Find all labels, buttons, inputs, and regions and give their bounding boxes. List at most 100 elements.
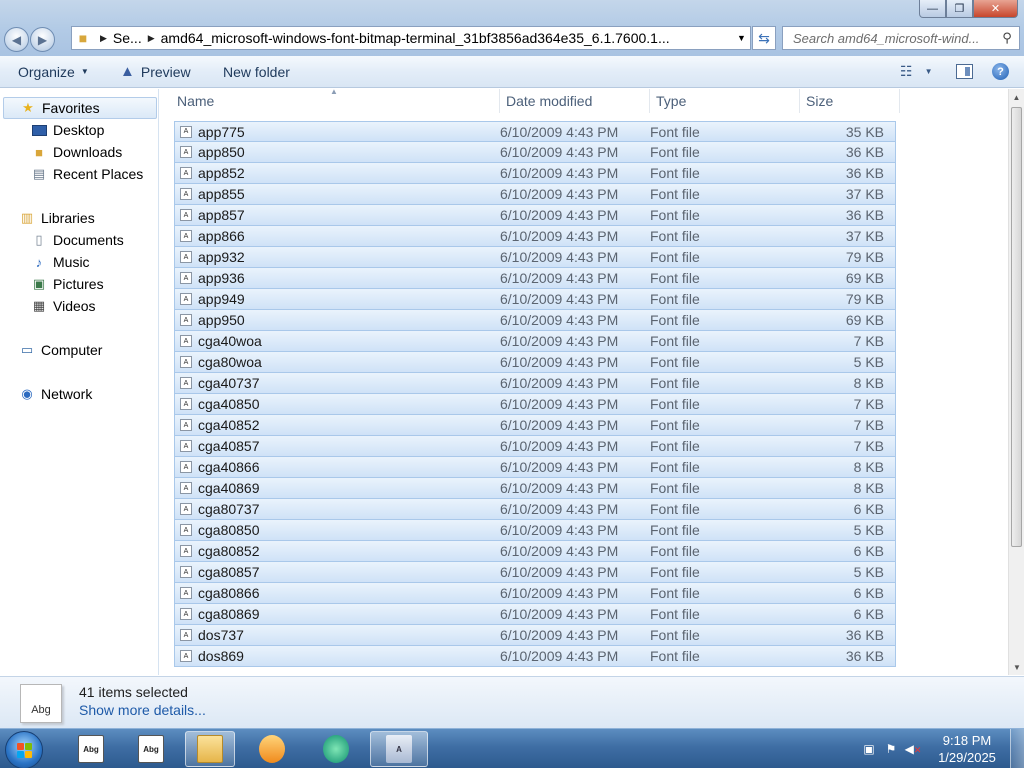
file-date: 6/10/2009 4:43 PM: [500, 417, 619, 433]
nav-libraries[interactable]: ▥ Libraries: [18, 210, 95, 226]
file-row[interactable]: Acga40866 6/10/2009 4:43 PM Font file 8 KB: [174, 457, 896, 478]
taskbar-app-font-viewer-2[interactable]: Abg: [126, 731, 176, 767]
file-row[interactable]: Acga80857 6/10/2009 4:43 PM Font file 5 KB: [174, 562, 896, 583]
nav-network[interactable]: ◉ Network: [18, 386, 92, 402]
scroll-thumb[interactable]: [1011, 107, 1022, 547]
change-view-button[interactable]: ☷ ▼: [900, 56, 932, 87]
file-row[interactable]: Aapp857 6/10/2009 4:43 PM Font file 36 KB: [174, 205, 896, 226]
nav-desktop[interactable]: Desktop: [30, 122, 104, 138]
file-row[interactable]: Aapp866 6/10/2009 4:43 PM Font file 37 KB: [174, 226, 896, 247]
view-details-icon: ☷: [900, 63, 913, 79]
taskbar-app-explorer[interactable]: [185, 731, 235, 767]
help-icon[interactable]: ?: [992, 63, 1009, 80]
minimize-button[interactable]: —: [919, 0, 946, 18]
nav-downloads[interactable]: ■ Downloads: [30, 144, 122, 160]
font-file-icon: A: [180, 125, 192, 138]
nav-documents[interactable]: ▯ Documents: [30, 232, 123, 248]
speaker-muted-icon[interactable]: ◀✕: [902, 742, 924, 756]
file-row[interactable]: Acga80woa 6/10/2009 4:43 PM Font file 5 KB: [174, 352, 896, 373]
flag-icon[interactable]: ⚑: [880, 742, 902, 756]
nav-pictures[interactable]: ▣ Pictures: [30, 276, 104, 292]
column-header-size[interactable]: Size: [800, 89, 900, 113]
file-row[interactable]: Ados869 6/10/2009 4:43 PM Font file 36 KB: [174, 646, 896, 667]
file-row[interactable]: Aapp855 6/10/2009 4:43 PM Font file 37 KB: [174, 184, 896, 205]
nav-music[interactable]: ♪ Music: [30, 254, 90, 270]
preview-pane-icon[interactable]: [956, 64, 973, 79]
file-row[interactable]: Acga80737 6/10/2009 4:43 PM Font file 6 KB: [174, 499, 896, 520]
file-name: cga80737: [198, 501, 260, 517]
preview-button[interactable]: ▲ Preview: [120, 56, 191, 87]
taskbar-app-font-viewer-1[interactable]: Abg: [66, 731, 116, 767]
close-button[interactable]: ✕: [973, 0, 1018, 18]
organize-button[interactable]: Organize ▼: [18, 56, 89, 87]
network-tray-icon[interactable]: ▣: [858, 742, 880, 756]
breadcrumb-current[interactable]: amd64_microsoft-windows-font-bitmap-term…: [161, 30, 732, 46]
nav-computer[interactable]: ▭ Computer: [18, 342, 103, 358]
file-size: 36 KB: [845, 144, 884, 160]
refresh-button[interactable]: ⇆: [752, 26, 776, 50]
file-row[interactable]: Ados737 6/10/2009 4:43 PM Font file 36 KB: [174, 625, 896, 646]
search-input[interactable]: [793, 30, 999, 46]
search-icon[interactable]: ⚲: [999, 30, 1015, 46]
file-row[interactable]: Acga40852 6/10/2009 4:43 PM Font file 7 KB: [174, 415, 896, 436]
search-box[interactable]: ⚲: [782, 26, 1020, 50]
nav-label: Pictures: [53, 276, 104, 292]
file-row[interactable]: Acga80852 6/10/2009 4:43 PM Font file 6 KB: [174, 541, 896, 562]
file-row[interactable]: Aapp852 6/10/2009 4:43 PM Font file 36 KB: [174, 163, 896, 184]
scroll-down-icon[interactable]: ▼: [1009, 659, 1024, 675]
vertical-scrollbar[interactable]: ▲ ▼: [1008, 89, 1024, 675]
nav-videos[interactable]: ▦ Videos: [30, 298, 96, 314]
file-row[interactable]: Acga40woa 6/10/2009 4:43 PM Font file 7 KB: [174, 331, 896, 352]
file-date: 6/10/2009 4:43 PM: [500, 606, 619, 622]
new-folder-button[interactable]: New folder: [223, 56, 290, 87]
nav-favorites[interactable]: ★ Favorites: [3, 97, 157, 119]
font-file-icon: A: [180, 545, 192, 557]
column-header-date[interactable]: Date modified: [500, 89, 650, 113]
file-row[interactable]: Acga40857 6/10/2009 4:43 PM Font file 7 KB: [174, 436, 896, 457]
computer-icon: ▭: [20, 342, 34, 357]
navigation-pane: ★ Favorites Desktop ■ Downloads ▤ Recent…: [0, 89, 159, 675]
file-row[interactable]: Acga80869 6/10/2009 4:43 PM Font file 6 KB: [174, 604, 896, 625]
clock[interactable]: 9:18 PM 1/29/2025: [924, 732, 1010, 766]
file-row[interactable]: Acga80866 6/10/2009 4:43 PM Font file 6 KB: [174, 583, 896, 604]
sort-ascending-icon: ▲: [330, 89, 338, 96]
file-row[interactable]: Acga80850 6/10/2009 4:43 PM Font file 5 KB: [174, 520, 896, 541]
file-row[interactable]: Aapp936 6/10/2009 4:43 PM Font file 69 KB: [174, 268, 896, 289]
breadcrumb-separator-icon[interactable]: ▶: [100, 33, 107, 44]
file-row[interactable]: Aapp950 6/10/2009 4:43 PM Font file 69 KB: [174, 310, 896, 331]
nav-label: Network: [41, 386, 93, 402]
column-header-type[interactable]: Type: [650, 89, 800, 113]
taskbar-app-messenger[interactable]: [311, 731, 361, 767]
messenger-icon: [323, 735, 349, 763]
show-desktop-button[interactable]: [1010, 729, 1024, 768]
maximize-button[interactable]: ❐: [946, 0, 973, 18]
file-row[interactable]: Aapp932 6/10/2009 4:43 PM Font file 79 KB: [174, 247, 896, 268]
nav-recent-places[interactable]: ▤ Recent Places: [30, 166, 143, 182]
breadcrumb-separator-icon[interactable]: ▶: [148, 33, 155, 44]
file-date: 6/10/2009 4:43 PM: [500, 459, 619, 475]
file-row[interactable]: Aapp949 6/10/2009 4:43 PM Font file 79 KB: [174, 289, 896, 310]
file-row[interactable]: Aapp850 6/10/2009 4:43 PM Font file 36 KB: [174, 142, 896, 163]
font-file-icon: A: [180, 230, 192, 242]
file-row[interactable]: Acga40737 6/10/2009 4:43 PM Font file 8 KB: [174, 373, 896, 394]
font-file-icon: A: [180, 272, 192, 284]
file-size: 69 KB: [845, 270, 884, 286]
address-dropdown-icon[interactable]: ▼: [732, 33, 750, 43]
font-file-icon: A: [180, 629, 192, 641]
start-button[interactable]: [5, 731, 43, 768]
downloads-folder-icon: ■: [35, 144, 43, 160]
column-label: Name: [177, 93, 215, 109]
address-bar[interactable]: ■ ▶ Se... ▶ amd64_microsoft-windows-font…: [71, 26, 751, 50]
forward-button[interactable]: ▶: [30, 27, 55, 52]
breadcrumb-root[interactable]: Se...: [113, 30, 142, 46]
back-button[interactable]: ◀: [4, 27, 29, 52]
file-row[interactable]: Aapp775 6/10/2009 4:43 PM Font file 35 KB: [174, 121, 896, 142]
nav-label: Libraries: [41, 210, 95, 226]
font-file-icon: A: [180, 461, 192, 473]
taskbar-app-fonts[interactable]: A: [370, 731, 428, 767]
file-row[interactable]: Acga40869 6/10/2009 4:43 PM Font file 8 KB: [174, 478, 896, 499]
file-row[interactable]: Acga40850 6/10/2009 4:43 PM Font file 7 KB: [174, 394, 896, 415]
taskbar-app-media-player[interactable]: [247, 731, 297, 767]
show-more-details-link[interactable]: Show more details...: [79, 702, 206, 718]
scroll-up-icon[interactable]: ▲: [1009, 89, 1024, 105]
